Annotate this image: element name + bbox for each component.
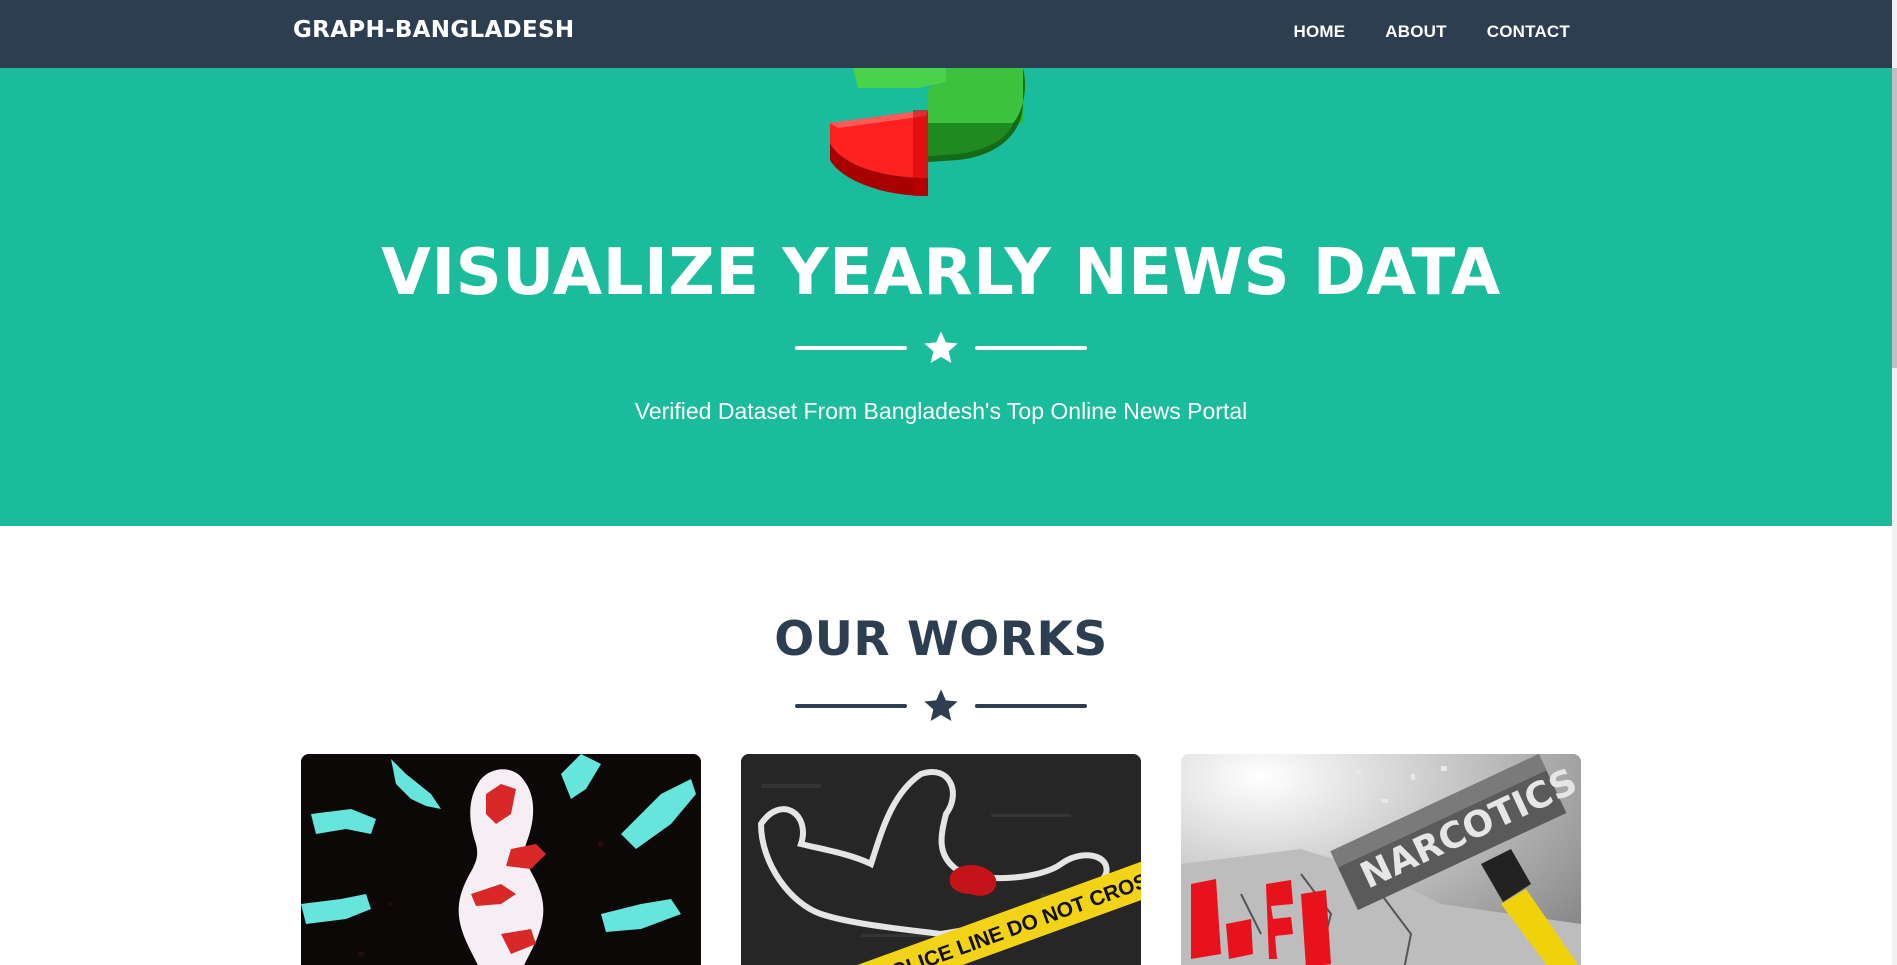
brand-link[interactable]: GRAPH-BANGLADESH: [293, 17, 574, 43]
hero-subtitle: Verified Dataset From Bangladesh's Top O…: [634, 398, 1248, 424]
star-icon: [924, 689, 958, 721]
divider-line-right: [975, 704, 1087, 708]
hero-title: VISUALIZE YEARLY NEWS DATA: [381, 236, 1501, 310]
works-divider: [0, 686, 1882, 726]
divider-line-right: [975, 346, 1087, 350]
works-title: OUR WORKS: [774, 612, 1108, 667]
divider-line-left: [795, 704, 907, 708]
navbar: GRAPH-BANGLADESH HOME ABOUT CONTACT: [0, 0, 1892, 68]
page: GRAPH-BANGLADESH HOME ABOUT CONTACT VISU…: [0, 0, 1897, 965]
narcotics-hammer-image: NARCOTICS: [1181, 754, 1581, 965]
work-card-2[interactable]: POLICE LINE DO NOT CROSS: [741, 754, 1141, 965]
nav-about-link[interactable]: ABOUT: [1385, 22, 1446, 42]
scrollbar-thumb[interactable]: [1892, 68, 1897, 368]
crime-scene-image: POLICE LINE DO NOT CROSS: [741, 754, 1141, 965]
work-card-3[interactable]: NARCOTICS: [1181, 754, 1581, 965]
nav-contact-link[interactable]: CONTACT: [1487, 22, 1570, 42]
page-scrollbar[interactable]: [1892, 0, 1897, 965]
hero-section: VISUALIZE YEARLY NEWS DATA Verified Data…: [0, 68, 1892, 526]
star-icon: [924, 331, 958, 363]
nav-home-link[interactable]: HOME: [1293, 22, 1345, 42]
nav-links: HOME ABOUT CONTACT: [1293, 22, 1570, 42]
hands-silhouette-image: [301, 754, 701, 965]
pie-chart-icon: [830, 68, 1025, 196]
divider-line-left: [795, 346, 907, 350]
work-card-1[interactable]: [301, 754, 701, 965]
hero-divider: [0, 328, 1882, 368]
